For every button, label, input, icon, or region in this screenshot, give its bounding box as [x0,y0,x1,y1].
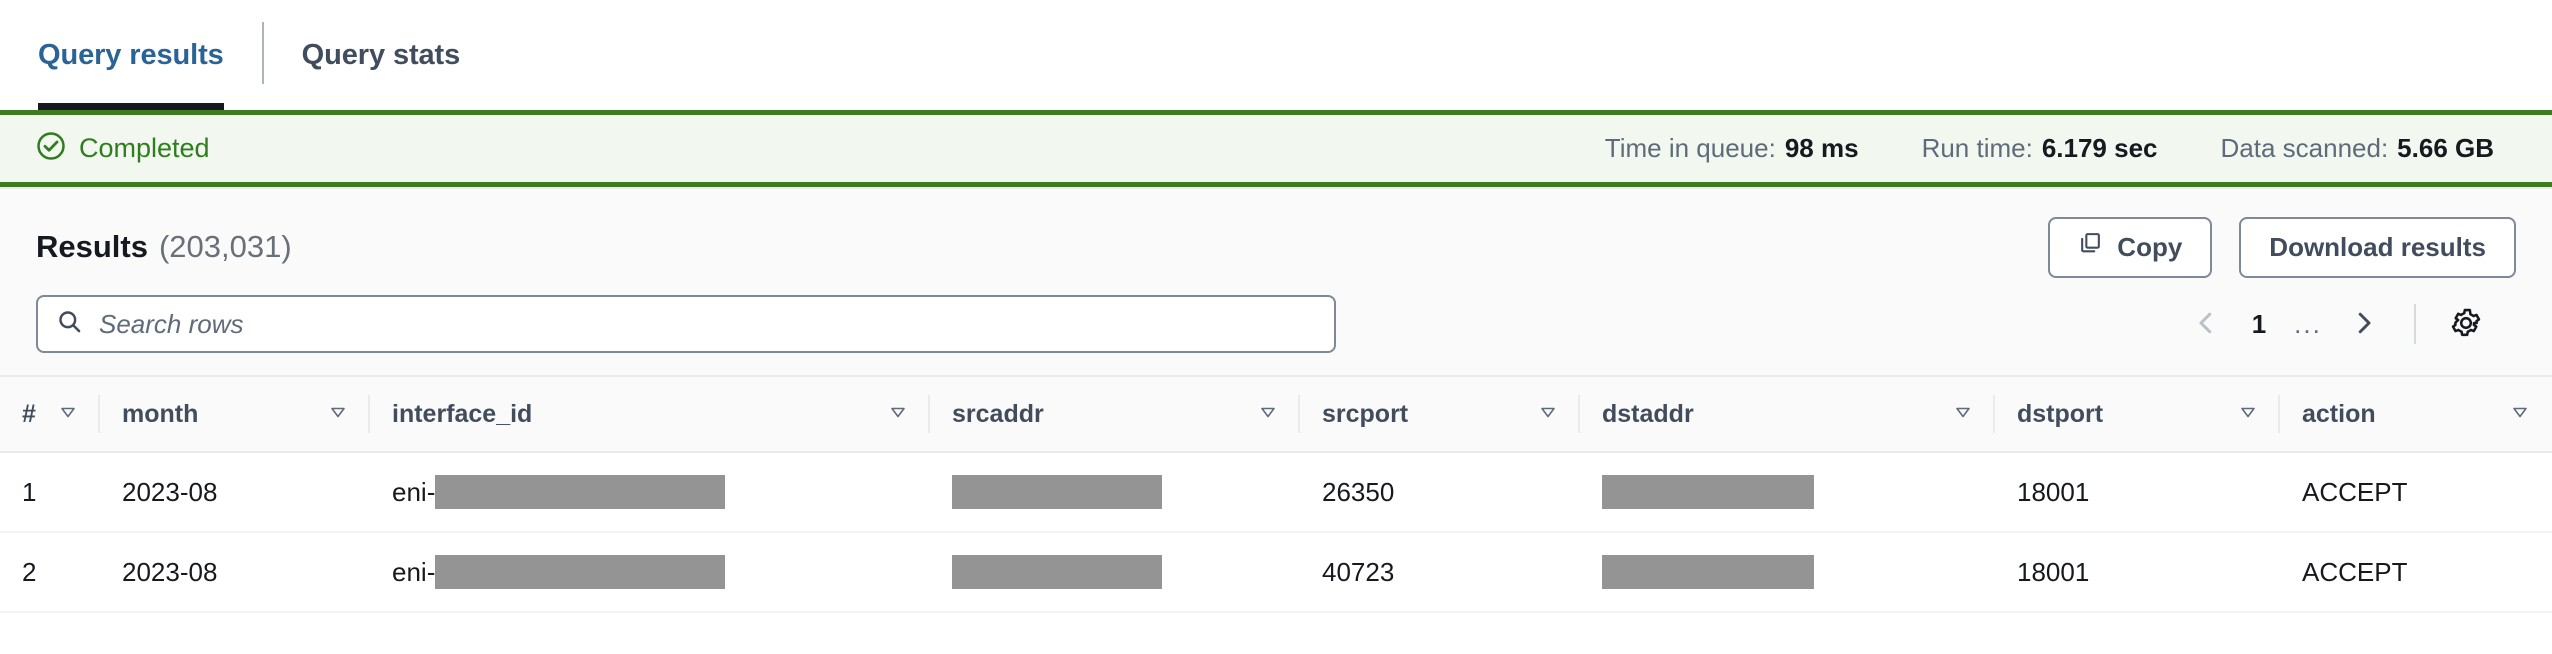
metric-run-time-label: Run time: [1921,133,2033,163]
chevron-right-icon [2349,308,2379,341]
check-circle-icon [36,131,66,166]
sort-descending-icon[interactable] [328,400,348,429]
download-results-button[interactable]: Download results [2239,216,2516,278]
search-input[interactable] [99,308,1316,340]
interface-id-prefix: eni- [392,476,436,507]
column-header-num-label: # [22,399,36,428]
sort-descending-icon[interactable] [58,400,78,429]
results-toolbar: 1 ... [0,275,2552,375]
metric-time-in-queue-value: 98 ms [1784,133,1859,163]
cell-dstport: 18001 [1995,532,2280,613]
sort-descending-icon[interactable] [1953,400,1973,429]
query-status-bar: Completed Time in queue: 98 ms Run time: 6… [0,110,2552,187]
column-header-dstaddr-label: dstaddr [1602,399,1694,428]
redacted-value [1602,555,1814,590]
sort-descending-icon[interactable] [2238,400,2258,429]
copy-button-label: Copy [2117,231,2183,262]
column-header-month[interactable]: month [100,375,370,453]
cell-srcport: 26350 [1300,452,1580,533]
tab-query-results[interactable]: Query results [38,0,262,110]
metric-data-scanned-value: 5.66 GB [2397,133,2494,163]
cell-month: 2023-08 [100,532,370,613]
cell-interface-id: eni- [370,452,930,533]
table-settings-button[interactable] [2438,296,2494,352]
results-count: (203,031) [158,229,292,264]
tab-query-results-label: Query results [38,38,224,71]
tab-query-stats-label: Query stats [301,38,461,71]
cell-dstport: 18001 [1995,452,2280,533]
column-header-srcport-label: srcport [1322,399,1409,428]
results-header: Results (203,031) Copy Download results [0,189,2552,278]
results-table: # month interface_id srcaddr srcport dst… [0,375,2552,613]
redacted-value [435,555,726,589]
redacted-value [952,555,1162,590]
copy-icon [2078,231,2103,263]
chevron-left-icon [2191,308,2221,341]
metric-time-in-queue-label: Time in queue: [1604,133,1776,163]
cell-interface-id: eni- [370,532,930,613]
interface-id-prefix: eni- [392,556,436,587]
query-metrics: Time in queue: 98 ms Run time: 6.179 sec D… [1605,133,2516,164]
column-header-action-label: action [2302,399,2376,428]
metric-run-time: Run time: 6.179 sec [1922,133,2158,164]
results-title: Results [36,229,148,264]
cell-srcaddr [930,532,1300,613]
column-header-srcport[interactable]: srcport [1300,375,1580,453]
column-header-dstport-label: dstport [2017,399,2104,428]
column-header-interface-id[interactable]: interface_id [370,375,930,453]
metric-time-in-queue: Time in queue: 98 ms [1605,133,1859,164]
cell-action: ACCEPT [2280,452,2552,533]
cell-srcport: 40723 [1300,532,1580,613]
redacted-value [1602,475,1814,510]
metric-run-time-value: 6.179 sec [2041,133,2158,163]
column-header-action[interactable]: action [2280,375,2552,453]
column-header-num[interactable]: # [0,375,100,453]
tab-bar: Query results Query stats [0,0,2552,110]
table-row[interactable]: 1 2023-08 eni- 26350 18001 ACCEPT [0,452,2552,533]
column-header-srcaddr[interactable]: srcaddr [930,375,1300,453]
results-actions: Copy Download results [2048,216,2516,278]
cell-action: ACCEPT [2280,532,2552,613]
column-header-dstaddr[interactable]: dstaddr [1580,375,1995,453]
pagination-prev-button[interactable] [2178,296,2234,352]
download-results-button-label: Download results [2269,231,2486,262]
cell-dstaddr [1580,532,1995,613]
sort-descending-icon[interactable] [2510,400,2530,429]
gear-icon [2450,307,2482,342]
sort-descending-icon[interactable] [1258,400,1278,429]
cell-num: 2 [0,532,100,613]
search-icon [56,308,83,340]
column-header-month-label: month [122,399,199,428]
search-rows-box[interactable] [36,295,1336,353]
cell-dstaddr [1580,452,1995,533]
tab-query-stats[interactable]: Query stats [264,0,498,110]
pagination-page-1[interactable]: 1 [2238,309,2280,340]
results-panel: Results (203,031) Copy Download results [0,187,2552,375]
sort-descending-icon[interactable] [888,400,908,429]
metric-data-scanned: Data scanned: 5.66 GB [2221,133,2495,164]
copy-button[interactable]: Copy [2048,216,2213,278]
cell-month: 2023-08 [100,452,370,533]
redacted-value [952,475,1162,510]
column-header-srcaddr-label: srcaddr [952,399,1044,428]
pagination-divider [2414,304,2416,344]
table-row[interactable]: 2 2023-08 eni- 40723 18001 ACCEPT [0,532,2552,613]
pagination-next-button[interactable] [2336,296,2392,352]
status-label: Completed [79,133,210,163]
redacted-value [435,475,726,509]
cell-srcaddr [930,452,1300,533]
sort-descending-icon[interactable] [1538,400,1558,429]
table-header-row: # month interface_id srcaddr srcport dst… [0,375,2552,453]
column-header-interface-id-label: interface_id [392,399,533,428]
table-body: 1 2023-08 eni- 26350 18001 ACCEPT 2 2023… [0,452,2552,613]
metric-data-scanned-label: Data scanned: [2220,133,2389,163]
column-header-dstport[interactable]: dstport [1995,375,2280,453]
page-title: Results (203,031) [36,229,292,265]
table-header: # month interface_id srcaddr srcport dst… [0,375,2552,453]
pagination: 1 ... [2178,296,2516,352]
pagination-ellipsis: ... [2294,308,2322,339]
cell-num: 1 [0,452,100,533]
status-indicator: Completed [36,131,210,166]
